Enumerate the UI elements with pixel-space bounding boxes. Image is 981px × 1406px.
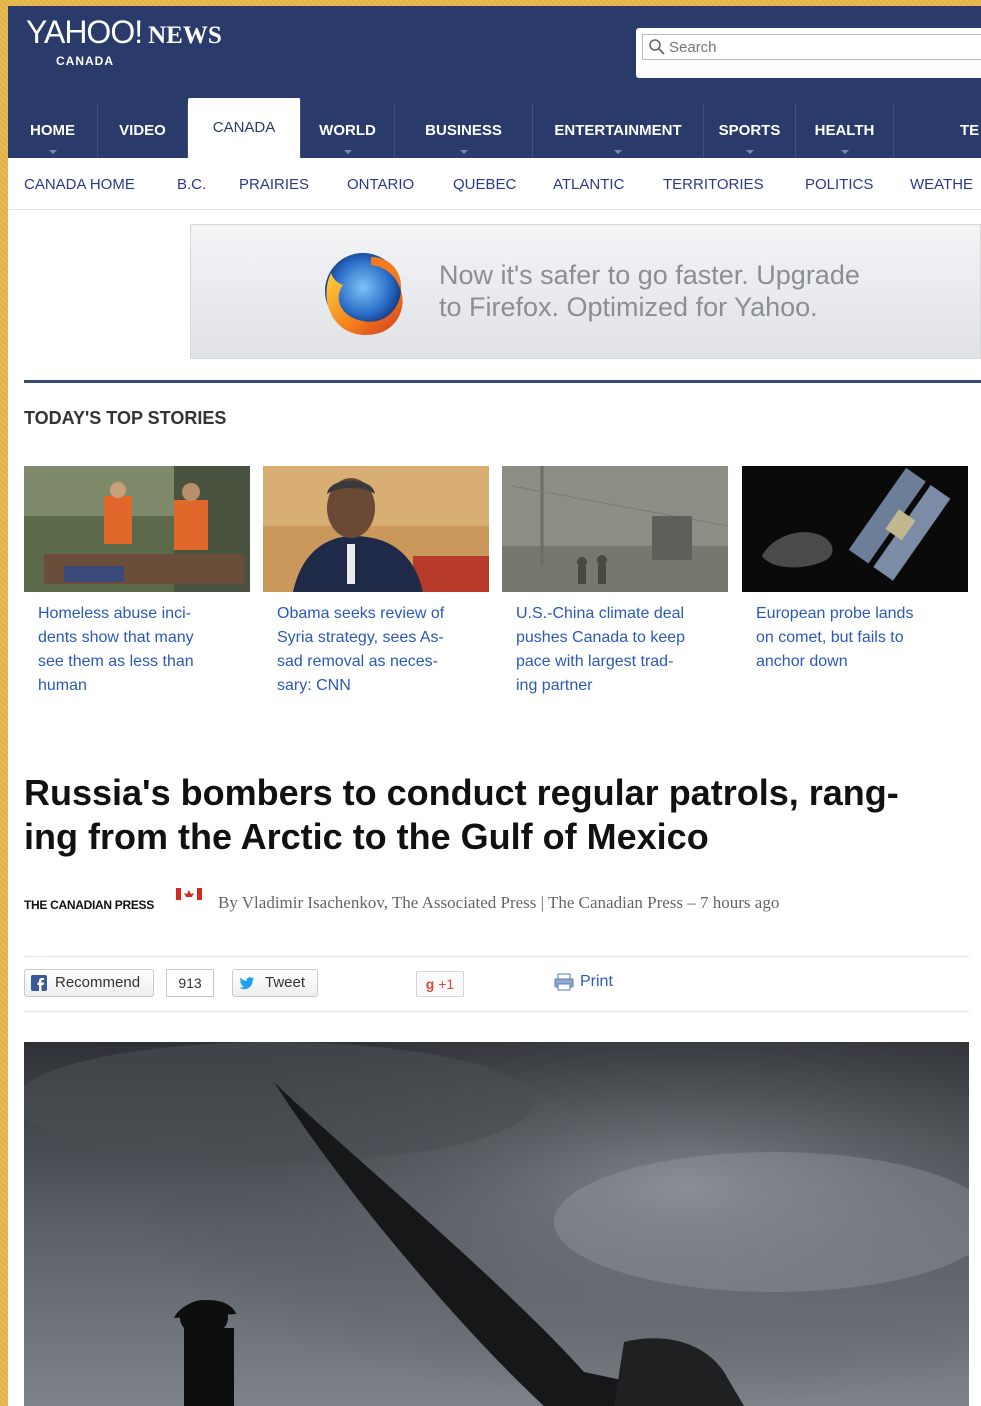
plus-one-label: +1 [438,976,455,992]
caption-line: U.S.-China climate deal [516,605,685,622]
printer-icon [554,973,574,991]
nav-tab-business[interactable]: BUSINESS [395,104,533,158]
story-thumbnail[interactable] [502,466,728,592]
caption-line: pace with largest trad- [516,653,674,670]
nav-tab-te[interactable]: TE [894,104,981,158]
article-hero-image[interactable] [24,1042,969,1406]
share-bar: Recommend 913 Tweet g +1 Print [24,956,969,1012]
firefox-ad-banner[interactable]: Now it's safer to go faster. Upgrade to … [190,224,981,359]
search-box [636,28,981,78]
facebook-recommend-button[interactable]: Recommend [24,969,154,997]
ad-text: Now it's safer to go faster. Upgrade to … [439,259,860,323]
story-caption[interactable]: Obama seeks review of Syria strategy, se… [263,602,479,698]
nav-tab-label: BUSINESS [425,122,502,139]
masthead: YAHOO! NEWS CANADA [8,6,981,104]
caption-line: European probe lands [756,605,914,622]
nav-tab-label: TE [960,122,980,139]
sub-nav: CANADA HOME B.C. PRAIRIES ONTARIO QUEBEC ATLA… [8,158,981,210]
caption-line: Obama seeks review of [277,605,445,622]
search-input[interactable] [642,34,981,60]
firefox-logo-icon [325,253,403,335]
caption-line: sad removal as neces- [277,653,438,670]
subnav-item-quebec[interactable]: QUEBEC [453,176,516,193]
story-caption[interactable]: Homeless abuse inci- dents show that man… [24,602,240,698]
facebook-icon [31,975,47,991]
nav-tab-world[interactable]: WORLD [301,104,395,158]
caption-line: see them as less than [38,653,194,670]
caption-line: on comet, but fails to [756,629,904,646]
nav-tab-entertainment[interactable]: ENTERTAINMENT [533,104,704,158]
nav-tab-health[interactable]: HEALTH [796,104,894,158]
headline-line: ing from the Arctic to the Gulf of Mexic… [24,816,709,857]
subnav-item-b-c[interactable]: B.C. [177,176,206,193]
caption-line: dents show that many [38,629,194,646]
search-icon [649,39,665,55]
nav-tab-video[interactable]: VIDEO [98,104,188,158]
logo-yahoo: YAHOO! [26,14,143,50]
caption-line: pushes Canada to keep [516,629,686,646]
tweet-button[interactable]: Tweet [232,969,318,997]
chevron-down-icon [745,150,754,154]
nav-tab-label: WORLD [319,122,376,139]
subnav-item-weathe[interactable]: WEATHE [910,176,973,193]
subnav-item-atlantic[interactable]: ATLANTIC [553,176,624,193]
subnav-item-politics[interactable]: POLITICS [805,176,873,193]
story-caption[interactable]: European probe lands on comet, but fails… [742,602,958,674]
nav-tab-label: CANADA [212,119,276,136]
recommend-label: Recommend [55,974,141,991]
yahoo-news-logo[interactable]: YAHOO! NEWS CANADA [26,14,222,68]
byline-text: By Vladimir Isachenkov, The Associated P… [218,893,780,912]
nav-tab-label: VIDEO [119,122,166,139]
ad-line-2: to Firefox. Optimized for Yahoo. [439,292,818,322]
nav-tab-label: SPORTS [718,122,781,139]
story-card[interactable]: Obama seeks review of Syria strategy, se… [263,466,489,698]
subnav-item-prairies[interactable]: PRAIRIES [239,176,309,193]
story-card[interactable]: Homeless abuse inci- dents show that man… [24,466,250,698]
caption-line: ing partner [516,677,593,694]
main-nav: HOME VIDEO CANADA WORLD BUSINESS ENTERTAINMEN… [8,98,981,158]
story-card[interactable]: European probe lands on comet, but fails… [742,466,968,674]
story-caption[interactable]: U.S.-China climate deal pushes Canada to… [502,602,718,698]
section-divider [24,380,981,383]
google-plus-one-button[interactable]: g +1 [416,971,464,997]
nav-tab-canada[interactable]: CANADA [188,98,301,158]
print-link[interactable]: Print [554,973,613,991]
page: YAHOO!NEWS CANADA HOME VIDEO CANADA WORLD BU… [8,6,981,1406]
canadian-press-logo[interactable]: THE CANADIAN PRESS [24,898,154,912]
caption-line: human [38,677,87,694]
chevron-down-icon [459,150,468,154]
nav-tab-home[interactable]: HOME [8,104,98,158]
logo-subtitle: CANADA [56,54,114,68]
nav-tab-label: ENTERTAINMENT [554,122,682,139]
nav-tab-label: HEALTH [814,122,875,139]
subnav-item-territories[interactable]: TERRITORIES [663,176,764,193]
caption-line: Syria strategy, sees As- [277,629,444,646]
story-card[interactable]: U.S.-China climate deal pushes Canada to… [502,466,728,698]
article-byline: THE CANADIAN PRESS By Vladimir Isachenko… [24,888,969,918]
story-thumbnail[interactable] [742,466,968,592]
chevron-down-icon [614,150,622,154]
article-headline: Russia's bombers to conduct regular patr… [24,771,969,859]
chevron-down-icon [343,150,352,154]
chevron-down-icon [840,150,849,154]
headline-line: Russia's bombers to conduct regular patr… [24,772,899,813]
ad-line-1: Now it's safer to go faster. Upgrade [439,260,860,290]
story-thumbnail[interactable] [24,466,250,592]
recommend-count: 913 [166,969,214,997]
canada-flag-icon [176,888,202,900]
google-plus-icon: g [425,976,435,992]
top-stories-heading: TODAY'S TOP STORIES [24,408,227,428]
logo-news: NEWS [148,22,222,49]
caption-line: anchor down [756,653,848,670]
story-thumbnail[interactable] [263,466,489,592]
caption-line: Homeless abuse inci- [38,605,191,622]
tweet-label: Tweet [265,974,306,991]
subnav-item-canada-home[interactable]: CANADA HOME [24,176,135,193]
nav-tab-sports[interactable]: SPORTS [704,104,796,158]
nav-tab-label: HOME [30,122,75,139]
twitter-icon [239,977,254,990]
subnav-item-ontario[interactable]: ONTARIO [347,176,414,193]
chevron-down-icon [48,150,57,154]
caption-line: sary: CNN [277,677,351,694]
